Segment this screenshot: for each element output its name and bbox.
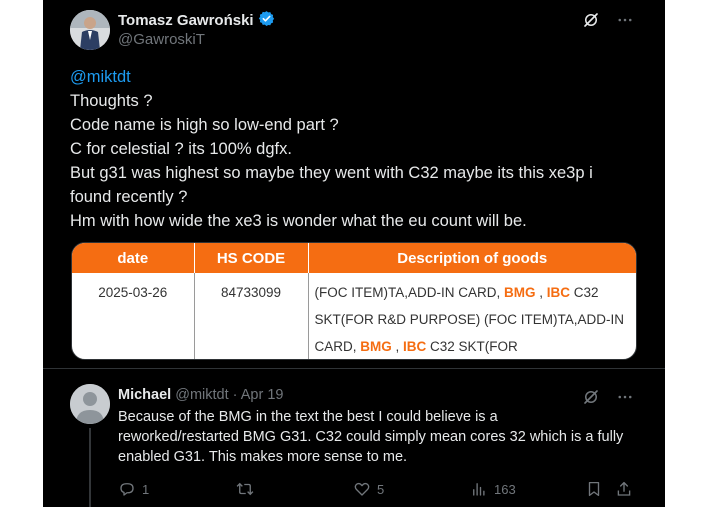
tweet-line: But g31 was highest so maybe they went w… [70,164,593,182]
reply-author-name[interactable]: Michael [118,387,171,403]
repost-icon [236,482,254,496]
cell-date: 2025-03-26 [72,273,195,359]
desc-text: (FOC ITEM)TA,ADD-IN CARD, [314,285,504,300]
verified-badge-icon [258,10,275,31]
reply-line: reworked/restarted BMG G31. C32 could si… [118,429,624,445]
mention-link[interactable]: @miktdt [70,68,131,86]
grok-icon[interactable] [581,387,601,407]
tweet-line: Code name is high so low-end part ? [70,116,339,134]
cell-hs-code: 84733099 [194,273,309,359]
tweet-line: Thoughts ? [70,92,153,110]
desc-text: , [391,339,404,354]
author-name-row[interactable]: Tomasz Gawroński [118,10,275,31]
reply-line: Because of the BMG in the text the best … [118,409,498,425]
bookmark-icon [588,481,600,497]
desc-highlight-ibc: IBC [546,285,571,300]
bookmark-action[interactable] [585,480,603,498]
desc-text: CARD, [314,339,361,354]
col-header-date: date [72,243,195,273]
tweet-line: found recently ? [70,188,188,206]
views-icon [473,483,485,496]
tweet-line: Hm with how wide the xe3 is wonder what … [70,212,527,230]
reply-text: Because of the BMG in the text the best … [118,407,648,467]
reply-top-icons [581,387,635,407]
reply-icon [120,483,134,496]
desc-text: C32 [570,285,599,300]
reply-count: 1 [142,481,150,497]
divider [43,368,665,369]
like-count: 5 [377,481,385,497]
col-header-description: Description of goods [308,243,636,273]
desc-text: SKT(FOR R&D PURPOSE) (FOC ITEM)TA,ADD-IN [314,312,625,327]
reply-header: Michael @miktdt · Apr 19 [118,387,283,403]
author-handle[interactable]: @GawroskiT [118,31,205,48]
share-action[interactable] [615,480,633,498]
tweet-line: C for celestial ? its 100% dgfx. [70,140,292,158]
view-count: 163 [494,481,516,497]
reply-line: enabled G31. This makes more sense to me… [118,449,408,465]
author-name[interactable]: Tomasz Gawroński [118,12,254,29]
desc-text: C32 SKT(FOR [426,339,518,354]
grok-icon[interactable] [581,10,601,30]
share-icon [617,481,631,496]
reply-action-bar: 1 5 163 [118,480,638,500]
tweet-thread-column: Tomasz Gawroński @GawroskiT @miktdt Thou… [43,0,665,507]
author-avatar[interactable] [70,10,110,50]
thread-connector-line [89,428,91,507]
repost-action[interactable] [235,480,261,498]
like-action[interactable]: 5 [353,480,384,498]
reply-date[interactable]: Apr 19 [241,387,284,403]
desc-text: , [535,285,547,300]
reply-action[interactable]: 1 [118,480,149,498]
tweet-media-image[interactable]: date HS CODE Description of goods 2025-0… [71,242,637,360]
cell-description: (FOC ITEM)TA,ADD-IN CARD, BMG , IBC C32 … [308,273,636,359]
desc-highlight-ibc: IBC [403,339,427,354]
heart-icon [354,482,370,496]
reply-author-avatar[interactable] [70,384,110,424]
separator-dot: · [232,387,238,403]
desc-highlight-bmg: BMG [360,339,392,354]
table-row: 2025-03-26 84733099 (FOC ITEM)TA,ADD-IN … [72,273,636,359]
more-options-icon[interactable] [615,387,635,407]
views-action[interactable]: 163 [470,480,516,498]
col-header-hs-code: HS CODE [194,243,309,273]
desc-highlight-bmg: BMG [504,285,536,300]
tweet-top-icons [581,10,635,30]
more-options-icon[interactable] [615,10,635,30]
tweet-text: @miktdt Thoughts ? Code name is high so … [70,65,650,233]
reply-author-handle[interactable]: @miktdt [175,387,228,403]
customs-table: date HS CODE Description of goods 2025-0… [72,243,636,359]
